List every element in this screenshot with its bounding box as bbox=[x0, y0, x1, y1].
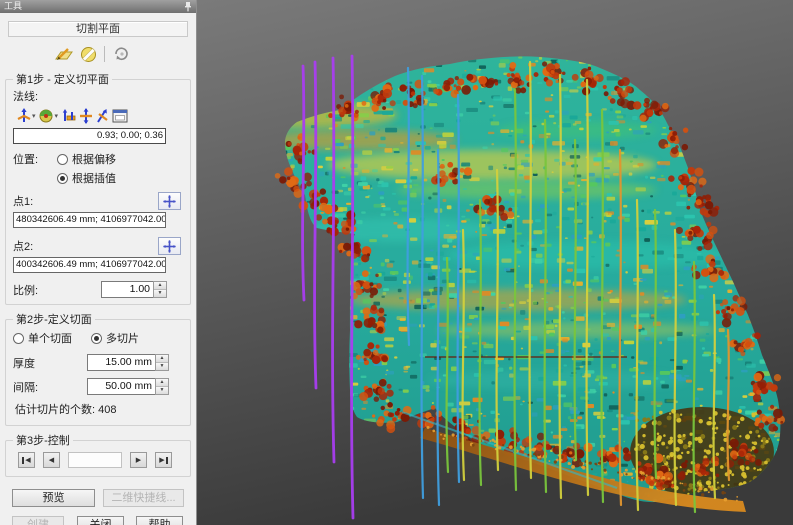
normal-label: 法线: bbox=[13, 88, 183, 104]
cut-toolbar bbox=[52, 43, 196, 65]
normal-value-field[interactable]: 0.93; 0.00; 0.36 bbox=[13, 128, 166, 144]
normal-dialog-icon bbox=[112, 109, 128, 123]
edit-plane-icon bbox=[55, 46, 73, 62]
radio-multi-slice[interactable]: 多切片 bbox=[91, 330, 139, 346]
panel-titlebar[interactable]: 工具 bbox=[0, 0, 196, 13]
app-window: 工具 切割平面 bbox=[0, 0, 793, 525]
crosshair-icon bbox=[163, 240, 176, 253]
step2-legend: 第2步-定义切面 bbox=[13, 311, 95, 327]
radio-multi-circle[interactable] bbox=[91, 333, 102, 344]
scale-up-button[interactable]: ▲ bbox=[154, 282, 166, 290]
thickness-spinner: 15.00 mm ▲ ▼ bbox=[87, 354, 169, 371]
radio-single-label: 单个切面 bbox=[28, 330, 72, 346]
normal-toolbar: ▾ ▾ bbox=[15, 107, 183, 124]
axis-direction-button[interactable] bbox=[15, 107, 32, 124]
thickness-down-button[interactable]: ▼ bbox=[156, 363, 168, 370]
step1-legend: 第1步 - 定义切平面 bbox=[13, 71, 112, 87]
radio-by-value-circle[interactable] bbox=[57, 173, 68, 184]
toolbar-separator bbox=[104, 46, 105, 62]
close-button[interactable]: 关闭 bbox=[77, 516, 124, 525]
radio-single-section[interactable]: 单个切面 bbox=[13, 330, 91, 346]
radio-by-value-label: 根据插值 bbox=[72, 170, 116, 186]
last-arrow: ▶ bbox=[159, 456, 164, 464]
scale-value-field[interactable]: 1.00 bbox=[101, 281, 153, 298]
radio-by-offset[interactable]: 根据偏移 bbox=[57, 151, 116, 167]
pick-object-button[interactable] bbox=[109, 43, 133, 65]
pick-object-icon bbox=[113, 46, 130, 63]
thickness-value-field[interactable]: 15.00 mm bbox=[87, 354, 155, 371]
spacing-spin-buttons: ▲ ▼ bbox=[155, 378, 169, 395]
3d-viewport[interactable] bbox=[197, 0, 793, 525]
view-direction-button[interactable] bbox=[38, 107, 55, 124]
spacing-down-button[interactable]: ▼ bbox=[156, 387, 168, 394]
preview-button[interactable]: 预览 bbox=[12, 489, 95, 507]
axis-direction-icon bbox=[16, 108, 32, 124]
shortcut-2d-button[interactable]: 二维快捷线... bbox=[103, 489, 184, 507]
view-direction-dropdown[interactable]: ▾ bbox=[55, 112, 59, 120]
last-bar bbox=[166, 457, 168, 464]
two-point-normal-icon bbox=[61, 108, 77, 124]
radio-by-value[interactable]: 根据插值 bbox=[57, 170, 116, 186]
prev-arrow: ◀ bbox=[49, 456, 54, 464]
point1-value-field[interactable]: 480342606.49 mm; 4106977042.00 mm bbox=[13, 212, 166, 228]
point2-pick-button[interactable] bbox=[158, 237, 181, 255]
radio-by-offset-circle[interactable] bbox=[57, 154, 68, 165]
step3-legend: 第3步-控制 bbox=[13, 432, 73, 448]
radio-by-offset-label: 根据偏移 bbox=[72, 151, 116, 167]
invert-normal-button[interactable] bbox=[77, 107, 94, 124]
step1-group: 第1步 - 定义切平面 法线: ▾ bbox=[5, 71, 191, 305]
edit-plane-button[interactable] bbox=[52, 43, 76, 65]
section-header-label: 切割平面 bbox=[76, 23, 120, 35]
scale-spin-buttons: ▲ ▼ bbox=[153, 281, 167, 298]
point1-pick-button[interactable] bbox=[158, 192, 181, 210]
next-slice-button[interactable]: ▶ bbox=[130, 452, 147, 468]
help-button[interactable]: 帮助 bbox=[136, 516, 183, 525]
section-header: 切割平面 bbox=[8, 21, 188, 37]
pin-icon[interactable] bbox=[184, 1, 192, 12]
position-label: 位置: bbox=[13, 151, 57, 167]
align-normal-button[interactable] bbox=[94, 107, 111, 124]
step3-group: 第3步-控制 ◀ ◀ ▶ ▶ bbox=[5, 432, 191, 477]
point1-label: 点1: bbox=[13, 193, 33, 209]
normal-dialog-button[interactable] bbox=[111, 107, 128, 124]
step2-group: 第2步-定义切面 单个切面 多切片 厚度 15.00 mm ▲ ▼ bbox=[5, 311, 191, 426]
tools-panel: 工具 切割平面 bbox=[0, 0, 197, 525]
crosshair-icon bbox=[163, 195, 176, 208]
thickness-label: 厚度 bbox=[13, 355, 87, 371]
spacing-up-button[interactable]: ▲ bbox=[156, 379, 168, 387]
axis-direction-dropdown[interactable]: ▾ bbox=[32, 112, 36, 120]
slice-count-estimate: 估计切片的个数: 408 bbox=[15, 401, 181, 417]
scale-spinner: 1.00 ▲ ▼ bbox=[101, 281, 167, 298]
spacing-value-field[interactable]: 50.00 mm bbox=[87, 378, 155, 395]
last-slice-button[interactable]: ▶ bbox=[155, 452, 172, 468]
scale-down-button[interactable]: ▼ bbox=[154, 290, 166, 297]
first-bar bbox=[22, 457, 24, 464]
sphere-section-icon bbox=[80, 46, 97, 63]
slice-index-field[interactable] bbox=[68, 452, 122, 468]
radio-multi-label: 多切片 bbox=[106, 330, 139, 346]
thickness-up-button[interactable]: ▲ bbox=[156, 355, 168, 363]
scale-label: 比例: bbox=[13, 282, 101, 298]
radio-single-circle[interactable] bbox=[13, 333, 24, 344]
spacing-spinner: 50.00 mm ▲ ▼ bbox=[87, 378, 169, 395]
point2-value-field[interactable]: 400342606.49 mm; 4106977042.00 mm bbox=[13, 257, 166, 273]
previous-slice-button[interactable]: ◀ bbox=[43, 452, 60, 468]
two-point-normal-button[interactable] bbox=[60, 107, 77, 124]
panel-title: 工具 bbox=[4, 0, 22, 13]
invert-normal-icon bbox=[78, 108, 94, 124]
first-arrow: ◀ bbox=[25, 456, 30, 464]
point2-label: 点2: bbox=[13, 238, 33, 254]
align-normal-icon bbox=[95, 108, 111, 124]
thickness-spin-buttons: ▲ ▼ bbox=[155, 354, 169, 371]
spacing-label: 间隔: bbox=[13, 379, 87, 395]
sphere-section-button[interactable] bbox=[76, 43, 100, 65]
create-button[interactable]: 创建 bbox=[12, 516, 64, 525]
view-direction-icon bbox=[38, 108, 54, 124]
first-slice-button[interactable]: ◀ bbox=[18, 452, 35, 468]
next-arrow: ▶ bbox=[136, 456, 141, 464]
